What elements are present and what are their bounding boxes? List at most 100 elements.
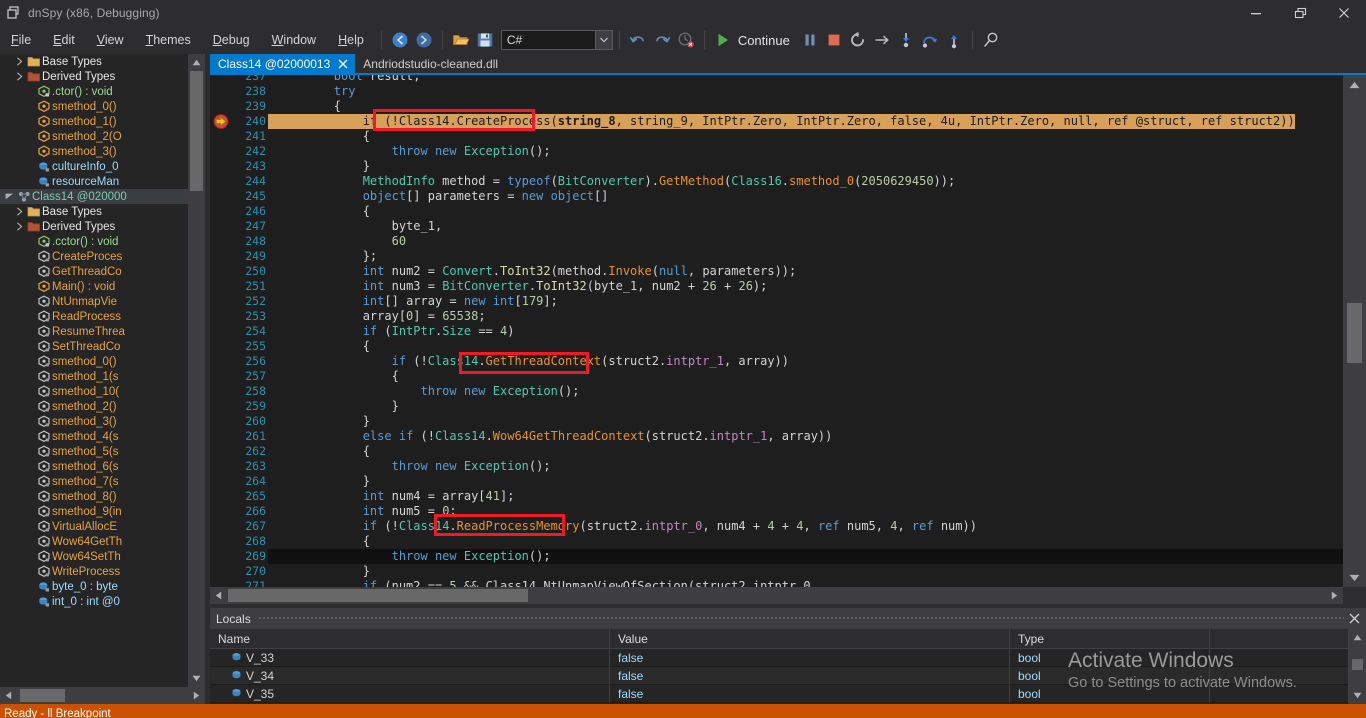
locals-title-bar[interactable]: Locals <box>210 608 1366 629</box>
scroll-up-arrow-icon[interactable] <box>1349 629 1366 646</box>
code-line[interactable]: 244 MethodInfo method = typeof(BitConver… <box>210 174 1343 189</box>
code-editor[interactable]: 237 bool result; 238 try 239 {240 if (!Cla… <box>210 75 1343 587</box>
menu-view[interactable]: View <box>86 26 135 54</box>
tree-item[interactable]: smethod_9(in <box>0 504 188 519</box>
locals-drag-grip[interactable] <box>258 616 1344 621</box>
code-line[interactable]: 269 throw new Exception(); <box>210 549 1343 564</box>
maximize-button[interactable] <box>1278 0 1322 26</box>
undo-icon[interactable] <box>626 27 650 53</box>
code-line[interactable]: 257 { <box>210 369 1343 384</box>
tree-item[interactable]: SetThreadCo <box>0 339 188 354</box>
code-line[interactable]: 260 } <box>210 414 1343 429</box>
tab-close-icon[interactable] <box>335 56 351 72</box>
code-line[interactable]: 270 } <box>210 564 1343 579</box>
step-out-icon[interactable] <box>942 27 966 53</box>
play-icon[interactable] <box>711 27 735 53</box>
tree-item[interactable]: GetThreadCo <box>0 264 188 279</box>
tree-item[interactable]: smethod_1(s <box>0 369 188 384</box>
code-line[interactable]: 248 60 <box>210 234 1343 249</box>
continue-label[interactable]: Continue <box>735 33 798 48</box>
tree-horizontal-scrollbar[interactable] <box>0 687 205 704</box>
tree-item[interactable]: smethod_4(s <box>0 429 188 444</box>
tree-item[interactable]: int_0 : int @0 <box>0 594 188 609</box>
code-line[interactable]: 271 if (num2 == 5 && Class14.NtUnmapView… <box>210 579 1343 587</box>
code-line[interactable]: 254 if (IntPtr.Size == 4) <box>210 324 1343 339</box>
tree-item[interactable]: Wow64SetTh <box>0 549 188 564</box>
code-line[interactable]: 262 { <box>210 444 1343 459</box>
tree-item[interactable]: CreateProces <box>0 249 188 264</box>
editor-hscrollbar-thumb[interactable] <box>228 589 528 602</box>
tree-item[interactable]: Base Types <box>0 204 188 219</box>
code-line[interactable]: 265 int num4 = array[41]; <box>210 489 1343 504</box>
tree-item[interactable]: resourceMan <box>0 174 188 189</box>
code-line[interactable]: 256 if (!Class14.GetThreadContext(struct… <box>210 354 1343 369</box>
tree-item[interactable]: .ctor() : void <box>0 84 188 99</box>
code-line[interactable]: 241 { <box>210 129 1343 144</box>
tree-item[interactable]: smethod_3() <box>0 414 188 429</box>
locals-col-type[interactable]: Type <box>1010 629 1210 648</box>
scroll-right-arrow-icon[interactable] <box>188 687 205 704</box>
menu-window[interactable]: Window <box>261 26 327 54</box>
scroll-left-arrow-icon[interactable] <box>210 587 227 604</box>
code-line[interactable]: 259 } <box>210 399 1343 414</box>
search-icon[interactable] <box>979 27 1003 53</box>
code-line[interactable]: 249 }; <box>210 249 1343 264</box>
menu-edit[interactable]: Edit <box>42 26 86 54</box>
code-line[interactable]: 261 else if (!Class14.Wow64GetThreadCont… <box>210 429 1343 444</box>
tree-item[interactable]: WriteProcess <box>0 564 188 579</box>
tree-item[interactable]: smethod_5(s <box>0 444 188 459</box>
code-line[interactable]: 237 bool result; <box>210 75 1343 84</box>
step-over-icon[interactable] <box>918 27 942 53</box>
chevron-right-icon[interactable] <box>14 69 25 84</box>
stop-icon[interactable] <box>822 27 846 53</box>
tree-item[interactable]: Derived Types <box>0 69 188 84</box>
scroll-down-arrow-icon[interactable] <box>1349 687 1366 704</box>
navigate-forward-icon[interactable] <box>412 27 436 53</box>
tab-inactive[interactable]: Andriodstudio-cleaned.dll <box>355 54 503 74</box>
tree-item[interactable]: VirtualAllocE <box>0 519 188 534</box>
code-line[interactable]: 266 int num5 = 0; <box>210 504 1343 519</box>
tree-item[interactable]: smethod_6(s <box>0 459 188 474</box>
tree-item[interactable]: NtUnmapVie <box>0 294 188 309</box>
tree-item[interactable]: Derived Types <box>0 219 188 234</box>
restart-icon[interactable] <box>846 27 870 53</box>
editor-horizontal-scrollbar[interactable] <box>210 587 1343 604</box>
code-line[interactable]: 247 byte_1, <box>210 219 1343 234</box>
code-line[interactable]: 251 int num3 = BitConverter.ToInt32(byte… <box>210 279 1343 294</box>
locals-col-value[interactable]: Value <box>610 629 1010 648</box>
locals-col-extra[interactable] <box>1210 629 1349 648</box>
scroll-up-arrow-icon[interactable] <box>1343 75 1366 94</box>
tree-item[interactable]: Class14 @020000 <box>0 189 188 204</box>
chevron-right-icon[interactable] <box>14 219 25 234</box>
locals-header-row[interactable]: Name Value Type <box>210 629 1366 649</box>
code-line[interactable]: 242 throw new Exception(); <box>210 144 1343 159</box>
menu-themes[interactable]: Themes <box>135 26 202 54</box>
scroll-up-arrow-icon[interactable] <box>188 54 205 71</box>
chevron-right-icon[interactable] <box>14 54 25 69</box>
minimize-button[interactable] <box>1234 0 1278 26</box>
locals-row[interactable]: V_33 false bool <box>210 648 1366 667</box>
locals-row[interactable]: V_35 false bool <box>210 684 1366 703</box>
locals-rows[interactable]: V_33 false bool V_34 false bool V_35 false boo… <box>210 648 1366 703</box>
scroll-down-arrow-icon[interactable] <box>188 670 205 687</box>
code-line[interactable]: 240 if (!Class14.CreateProcess(string_8,… <box>210 114 1343 129</box>
editor-vertical-scrollbar[interactable] <box>1343 75 1366 587</box>
chevron-down-icon[interactable] <box>4 189 15 204</box>
chevron-right-icon[interactable] <box>14 204 25 219</box>
breakpoint-marker-icon[interactable] <box>210 114 234 129</box>
redo-icon[interactable] <box>650 27 674 53</box>
locals-close-icon[interactable] <box>1347 611 1362 626</box>
menu-file[interactable]: File <box>0 26 42 54</box>
step-into-icon[interactable] <box>894 27 918 53</box>
tree-item[interactable]: Base Types <box>0 54 188 69</box>
code-line[interactable]: 258 throw new Exception(); <box>210 384 1343 399</box>
code-line[interactable]: 250 int num2 = Convert.ToInt32(method.In… <box>210 264 1343 279</box>
tree-item[interactable]: smethod_1() <box>0 114 188 129</box>
document-tab-bar[interactable]: Class14 @02000013 Andriodstudio-cleaned.d… <box>210 54 1366 74</box>
code-line[interactable]: 255 { <box>210 339 1343 354</box>
tree-item[interactable]: smethod_0() <box>0 99 188 114</box>
code-line[interactable]: 264 } <box>210 474 1343 489</box>
code-line[interactable]: 252 int[] array = new int[179]; <box>210 294 1343 309</box>
code-line[interactable]: 239 { <box>210 99 1343 114</box>
scroll-right-arrow-icon[interactable] <box>1326 587 1343 604</box>
